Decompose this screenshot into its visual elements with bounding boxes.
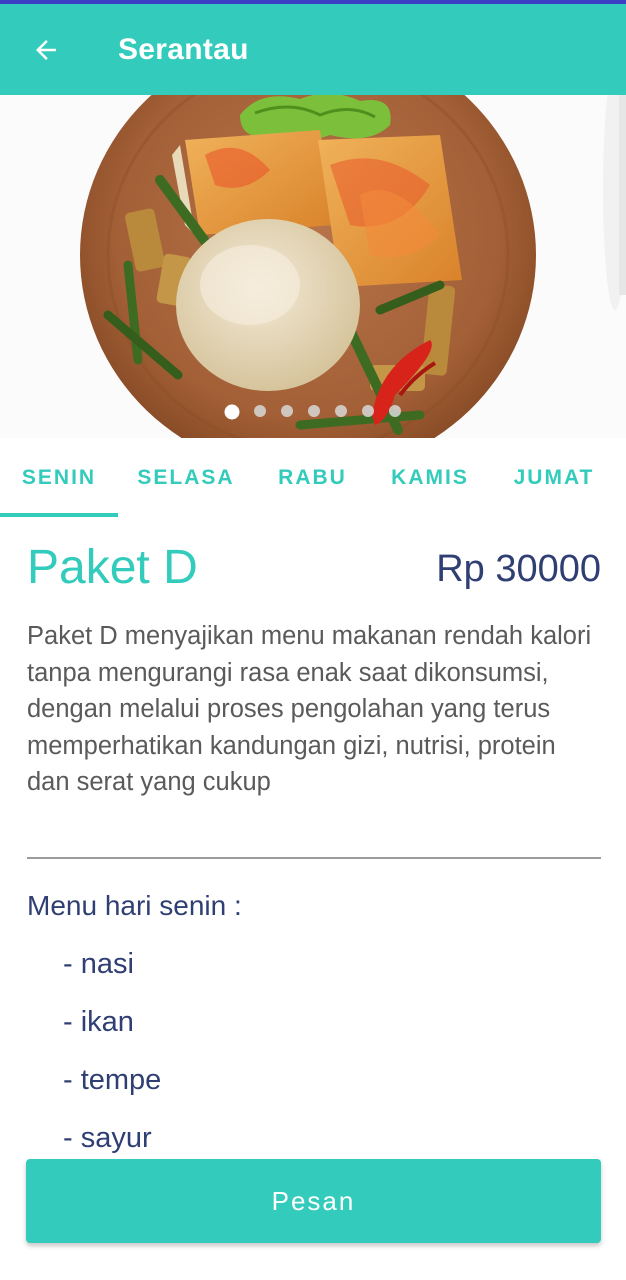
tab-senin[interactable]: SENIN <box>0 438 118 518</box>
back-button[interactable] <box>0 4 92 95</box>
arrow-left-icon <box>36 39 56 60</box>
menu-item: - tempe <box>63 1064 162 1096</box>
tab-jumat[interactable]: JUMAT <box>498 438 610 518</box>
package-description: Paket D menyajikan menu makanan rendah k… <box>27 622 592 796</box>
menu-item: - nasi <box>63 948 134 980</box>
menu-list: - nasi - ikan - tempe - sayur <box>63 944 161 1176</box>
package-title: Paket D <box>27 541 198 594</box>
active-tab-indicator <box>0 513 118 517</box>
image-carousel[interactable] <box>0 95 626 438</box>
menu-heading: Menu hari senin : <box>27 890 242 921</box>
tab-selasa[interactable]: SELASA <box>122 438 250 518</box>
app-title: Serantau <box>118 32 249 66</box>
food-image <box>0 95 626 438</box>
package-price: Rp 30000 <box>436 548 601 590</box>
order-button[interactable]: Pesan <box>26 1159 601 1243</box>
tab-rabu[interactable]: RABU <box>260 438 365 518</box>
tab-kamis[interactable]: KAMIS <box>372 438 488 518</box>
menu-item: - ikan <box>63 1006 134 1038</box>
day-tabs: SENIN SELASA RABU KAMIS JUMAT <box>0 438 626 518</box>
app-bar: Serantau <box>0 4 626 95</box>
divider <box>27 857 601 859</box>
